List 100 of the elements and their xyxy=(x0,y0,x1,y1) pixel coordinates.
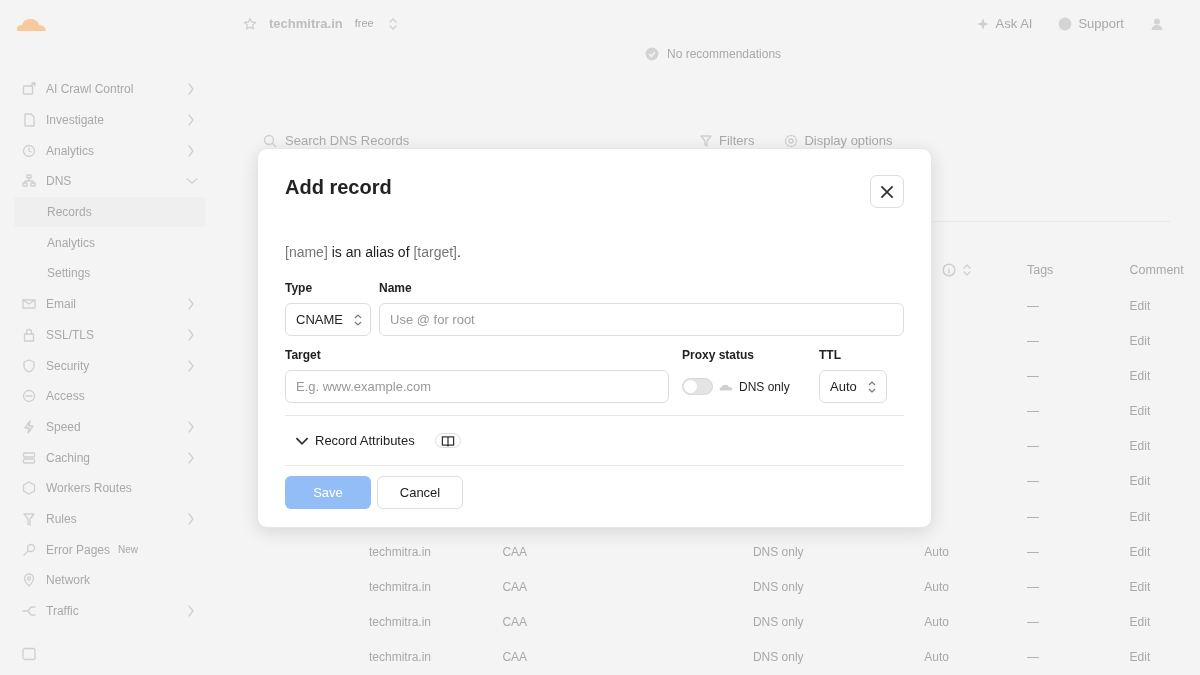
sidebar-item[interactable]: Rules xyxy=(14,503,205,535)
clock-icon xyxy=(22,143,36,158)
record-attributes-toggle[interactable]: Record Attributes xyxy=(295,430,415,451)
table-cell: Auto xyxy=(924,615,949,630)
edit-link[interactable]: Edit xyxy=(1129,298,1151,313)
table-cell: — xyxy=(1026,580,1039,595)
name-input[interactable]: Use @ for root xyxy=(379,303,904,336)
field-label: TTL xyxy=(819,347,842,364)
sidebar-item[interactable]: Investigate xyxy=(14,104,205,136)
table-cell: — xyxy=(1026,509,1039,524)
sidebar-item[interactable]: Email xyxy=(14,288,205,320)
plan-label: free xyxy=(354,16,374,32)
edit-link[interactable]: Edit xyxy=(1129,368,1151,383)
sidebar-item[interactable]: Analytics xyxy=(14,135,205,167)
check-circle-icon xyxy=(645,47,659,62)
sidebar-subitem[interactable]: Analytics xyxy=(14,227,205,259)
table-cell: techmitra.in xyxy=(369,650,432,665)
table-cell: — xyxy=(1026,615,1039,630)
table-cell: CAA xyxy=(502,615,528,630)
funnel-icon xyxy=(22,511,36,526)
ttl-select[interactable]: Auto xyxy=(819,370,887,403)
support-link[interactable]: Support xyxy=(1058,14,1124,34)
info-icon xyxy=(942,262,957,277)
hexagon-icon xyxy=(22,481,36,496)
traffic-icon xyxy=(22,604,36,619)
close-button[interactable] xyxy=(870,175,904,208)
network-icon xyxy=(22,174,36,189)
document-icon xyxy=(22,113,36,128)
edit-link[interactable]: Edit xyxy=(1129,404,1151,419)
stack-icon xyxy=(22,450,36,465)
cancel-button[interactable]: Cancel xyxy=(377,476,463,509)
display-options-button[interactable]: Display options xyxy=(784,131,893,151)
table-cell: DNS only xyxy=(752,544,804,559)
table-cell: techmitra.in xyxy=(369,615,432,630)
recommendations-text: No recommendations xyxy=(667,46,782,64)
access-icon xyxy=(22,389,36,404)
book-icon xyxy=(440,433,455,448)
sidebar-item[interactable]: Network xyxy=(14,565,205,596)
gear-icon xyxy=(784,134,799,149)
sidebar-item[interactable]: Access xyxy=(14,380,205,412)
edit-link[interactable]: Edit xyxy=(1129,615,1151,630)
table-cell: — xyxy=(1026,439,1039,454)
edit-link[interactable]: Edit xyxy=(1129,544,1151,559)
column-header: Comment xyxy=(1129,262,1184,277)
field-label: Name xyxy=(379,280,413,297)
table-cell: techmitra.in xyxy=(369,544,432,559)
column-header: Tags xyxy=(1026,262,1054,277)
shield-icon xyxy=(22,358,36,373)
proxy-status-text: DNS only xyxy=(739,378,790,396)
edit-link[interactable]: Edit xyxy=(1129,439,1151,454)
sidebar-item[interactable]: Traffic xyxy=(14,595,205,627)
table-cell: — xyxy=(1026,298,1039,313)
ask-ai-link[interactable]: Ask AI xyxy=(975,14,1033,34)
edit-link[interactable]: Edit xyxy=(1129,580,1151,595)
close-icon xyxy=(880,184,894,199)
crawl-icon xyxy=(22,82,36,97)
edit-link[interactable]: Edit xyxy=(1129,333,1151,348)
sidebar-item[interactable]: Security xyxy=(14,350,205,381)
sidebar-item[interactable]: Caching xyxy=(14,442,205,473)
alias-description: [name] is an alias of [target]. xyxy=(285,243,462,262)
bolt-icon xyxy=(22,419,36,434)
table-cell: — xyxy=(1026,544,1039,559)
sidebar-item[interactable]: DNS xyxy=(14,166,205,197)
field-label: Type xyxy=(285,280,314,297)
sidebar-subitem[interactable]: Records xyxy=(14,196,205,228)
table-cell: Auto xyxy=(924,650,949,665)
sidebar-toggle-icon xyxy=(22,647,36,661)
sidebar-item[interactable]: Speed xyxy=(14,411,205,443)
table-cell: — xyxy=(1026,404,1039,419)
funnel-icon xyxy=(699,134,713,149)
field-label: Target xyxy=(285,347,322,364)
search-icon xyxy=(263,134,277,149)
star-icon xyxy=(243,16,257,31)
table-cell: — xyxy=(1026,650,1039,665)
table-cell: Auto xyxy=(924,580,949,595)
table-cell: DNS only xyxy=(752,615,804,630)
sidebar-item[interactable]: AI Crawl Control xyxy=(14,74,205,105)
table-cell: CAA xyxy=(502,544,528,559)
type-select[interactable]: CNAME xyxy=(285,303,371,336)
sidebar-item[interactable]: SSL/TLS xyxy=(14,319,205,351)
edit-link[interactable]: Edit xyxy=(1129,650,1151,665)
dialog-title: Add record xyxy=(285,175,392,199)
table-cell: Auto xyxy=(924,544,949,559)
new-label: New xyxy=(118,543,139,558)
table-cell: techmitra.in xyxy=(369,580,432,595)
table-cell: — xyxy=(1026,368,1039,383)
edit-link[interactable]: Edit xyxy=(1129,509,1151,524)
table-cell: — xyxy=(1026,474,1039,489)
pin-icon xyxy=(22,573,36,588)
sidebar-item[interactable]: Workers Routes xyxy=(14,472,205,504)
table-cell: — xyxy=(1026,333,1039,348)
edit-link[interactable]: Edit xyxy=(1129,474,1151,489)
proxy-toggle[interactable] xyxy=(682,378,713,395)
table-cell: DNS only xyxy=(752,650,804,665)
lock-icon xyxy=(22,327,36,342)
sidebar-subitem[interactable]: Settings xyxy=(14,258,205,289)
target-input[interactable]: E.g. www.example.com xyxy=(285,370,669,403)
search-field[interactable]: Search DNS Records xyxy=(263,131,693,151)
filters-button[interactable]: Filters xyxy=(699,131,755,151)
sidebar-item[interactable]: Error Pages New xyxy=(14,534,205,565)
